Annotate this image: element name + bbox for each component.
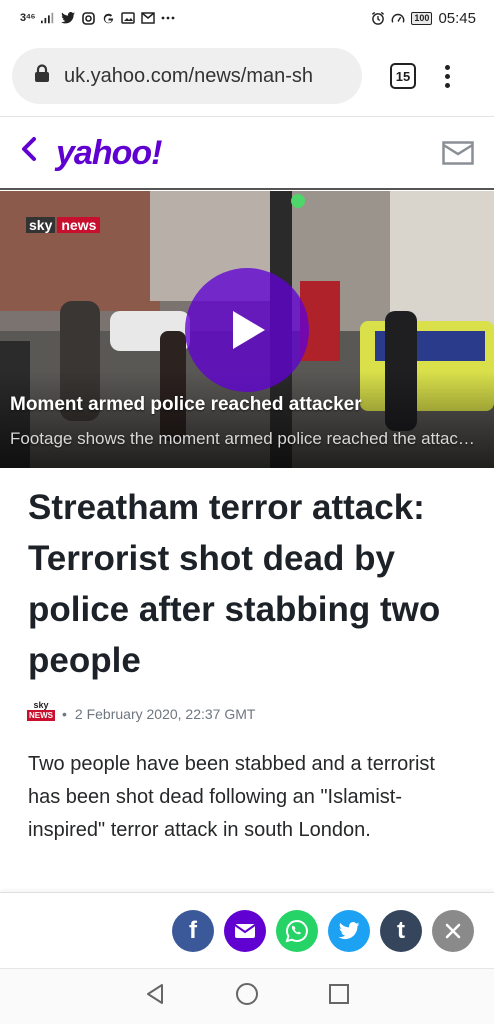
nav-home-button[interactable] [235, 982, 259, 1011]
address-bar[interactable]: uk.yahoo.com/news/man-sh [12, 48, 362, 104]
lock-icon [34, 64, 50, 88]
video-subtitle: Footage shows the moment armed police re… [10, 429, 480, 448]
back-button[interactable] [20, 136, 48, 170]
more-icon [161, 11, 175, 25]
share-bar: f t [0, 892, 494, 968]
twitter-icon [338, 921, 360, 939]
browser-menu-button[interactable] [442, 64, 452, 88]
toolbar-divider [0, 116, 494, 117]
alarm-icon [371, 11, 385, 25]
channel-logo-sky: sky [26, 217, 56, 233]
battery-level: 100 [414, 13, 430, 23]
mail-icon [141, 11, 155, 25]
play-icon [233, 311, 265, 349]
channel-logo-news: news [57, 217, 101, 233]
speed-icon [391, 11, 405, 25]
tumblr-icon: t [397, 916, 405, 944]
site-header: yahoo! [0, 118, 494, 190]
article-headline: Streatham terror attack: Terrorist shot … [28, 488, 441, 680]
google-icon [101, 11, 115, 25]
signal-icon [41, 11, 55, 25]
nav-recents-button[interactable] [328, 983, 350, 1010]
source-logo[interactable]: sky NEWS [27, 700, 55, 728]
browser-toolbar: uk.yahoo.com/news/man-sh 15 [0, 36, 494, 116]
tab-switcher-button[interactable]: 15 [390, 63, 416, 89]
mail-button[interactable] [442, 141, 474, 165]
article-body: Two people have been stabbed and a terro… [28, 753, 435, 841]
whatsapp-icon [285, 919, 308, 942]
network-indicator: 3⁴⁶ [20, 12, 36, 24]
menu-dot-icon [444, 82, 450, 88]
publish-date: 2 February 2020, 22:37 GMT [74, 706, 256, 722]
channel-logo: sky news [26, 217, 101, 233]
instagram-icon [81, 11, 95, 25]
share-whatsapp-button[interactable] [276, 909, 318, 952]
menu-dot-icon [444, 64, 450, 70]
source-logo-top: sky [33, 700, 49, 710]
envelope-icon [234, 923, 256, 938]
status-left: 3⁴⁶ [20, 11, 175, 25]
yahoo-logo[interactable]: yahoo! [56, 134, 162, 173]
byline-separator: • [62, 706, 67, 722]
system-navigation-bar [0, 968, 494, 1024]
recents-square-icon [328, 984, 349, 1004]
battery-icon: 100 [411, 11, 433, 25]
facebook-icon: f [189, 916, 197, 944]
close-share-button[interactable] [432, 909, 474, 952]
status-right: 100 05:45 [371, 10, 476, 27]
play-button[interactable] [185, 268, 309, 392]
chevron-left-icon [22, 137, 36, 161]
source-logo-bottom: NEWS [27, 710, 55, 721]
share-tumblr-button[interactable]: t [380, 909, 422, 952]
video-player[interactable]: sky news Moment armed police reached att… [0, 191, 494, 468]
twitter-icon [61, 11, 76, 25]
envelope-icon [442, 141, 474, 165]
video-title: Moment armed police reached attacker [10, 394, 362, 415]
menu-dot-icon [444, 73, 450, 79]
share-mail-button[interactable] [224, 909, 266, 952]
status-bar: 3⁴⁶ 100 05:45 [0, 0, 494, 36]
share-twitter-button[interactable] [328, 909, 370, 952]
back-triangle-icon [147, 984, 164, 1004]
nav-back-button[interactable] [144, 983, 166, 1010]
gallery-icon [121, 11, 135, 25]
close-icon [445, 923, 461, 938]
home-circle-icon [235, 983, 258, 1005]
url-text[interactable]: uk.yahoo.com/news/man-sh [64, 65, 313, 88]
article-byline: sky NEWS • 2 February 2020, 22:37 GMT [27, 700, 256, 728]
clock: 05:45 [438, 9, 476, 27]
share-facebook-button[interactable]: f [172, 909, 214, 952]
